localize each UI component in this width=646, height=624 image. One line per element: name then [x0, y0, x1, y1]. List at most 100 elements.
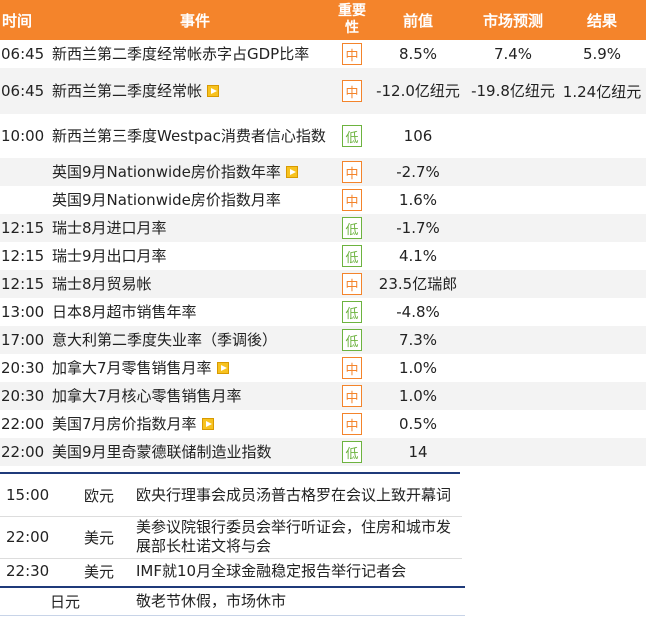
event-time: 15:00 [6, 486, 50, 504]
table-row: 17:00 意大利第二季度失业率（季调後） 低 7.3% [0, 326, 646, 354]
table-row: 22:00 美国9月里奇蒙德联储制造业指数 低 14 [0, 438, 646, 466]
event-time: 22:30 [6, 562, 50, 580]
header-importance-line2: 性 [345, 20, 359, 36]
row-actual: 5.9% [582, 45, 622, 63]
play-icon[interactable] [285, 166, 298, 178]
row-forecast [468, 298, 558, 326]
row-actual [558, 438, 646, 466]
row-actual: 1.24亿纽元 [562, 82, 642, 101]
row-time: 06:45 [1, 45, 45, 63]
table-row: 13:00 日本8月超市销售年率 低 -4.8% [0, 298, 646, 326]
event-currency: 美元 [84, 562, 115, 581]
event-label: 意大利第二季度失业率（季调後） [52, 330, 278, 349]
row-event: 新西兰第二季度经常帐 [52, 68, 338, 114]
row-forecast [468, 326, 558, 354]
row-event: 加拿大7月核心零售销售月率 [52, 382, 338, 410]
importance-badge: 中 [342, 413, 362, 435]
header-importance-line1: 重要 [338, 3, 366, 19]
importance-badge: 低 [342, 301, 362, 323]
importance-badge: 低 [342, 125, 362, 147]
row-event: 加拿大7月零售销售月率 [52, 354, 338, 382]
row-forecast [468, 410, 558, 438]
row-actual [558, 326, 646, 354]
row-forecast [468, 186, 558, 214]
row-forecast: -19.8亿纽元 [471, 81, 555, 100]
importance-badge: 中 [342, 161, 362, 183]
importance-badge: 低 [342, 329, 362, 351]
importance-badge: 中 [342, 43, 362, 65]
play-icon[interactable] [216, 362, 229, 374]
row-time: 13:00 [1, 303, 45, 321]
row-time: 12:15 [1, 219, 45, 237]
row-forecast [468, 214, 558, 242]
row-time: 12:15 [1, 275, 45, 293]
row-time: 17:00 [1, 331, 45, 349]
table-header: 时间 事件 重要 性 前值 市场预测 结果 [0, 0, 646, 40]
event-label: 美国9月里奇蒙德联储制造业指数 [52, 442, 272, 461]
row-importance: 低 [341, 438, 363, 466]
row-importance: 中 [341, 382, 363, 410]
row-previous: 7.3% [398, 330, 438, 349]
row-time: 12:15 [1, 247, 45, 265]
table-row: 20:30 加拿大7月核心零售销售月率 中 1.0% [0, 382, 646, 410]
row-importance: 低 [341, 298, 363, 326]
row-event: 瑞士8月进口月率 [52, 214, 338, 242]
importance-badge: 中 [342, 273, 362, 295]
row-previous: -2.7% [396, 162, 440, 181]
importance-badge: 低 [342, 441, 362, 463]
event-currency: 欧元 [84, 486, 115, 505]
row-actual [558, 270, 646, 298]
row-event: 意大利第二季度失业率（季调後） [52, 326, 338, 354]
row-actual [558, 242, 646, 270]
importance-badge: 中 [342, 357, 362, 379]
row-importance: 低 [341, 114, 363, 158]
table-row: 12:15 瑞士8月进口月率 低 -1.7% [0, 214, 646, 242]
row-importance: 中 [341, 354, 363, 382]
event-label: 加拿大7月核心零售销售月率 [52, 386, 242, 405]
importance-badge: 中 [342, 189, 362, 211]
play-icon[interactable] [207, 85, 220, 97]
row-importance: 低 [341, 326, 363, 354]
table-row: 06:45 新西兰第二季度经常帐赤字占GDP比率 中 8.5% 7.4% 5.9% [0, 40, 646, 68]
holiday-text: 敬老节休假，市场休市 [136, 591, 287, 610]
row-importance: 中 [341, 410, 363, 438]
event-label: 英国9月Nationwide房价指数年率 [52, 163, 298, 182]
row-event: 新西兰第二季度经常帐赤字占GDP比率 [52, 40, 338, 68]
row-time: 22:00 [1, 443, 45, 461]
row-importance: 中 [341, 186, 363, 214]
event-label: 新西兰第三季度Westpac消费者信心指数 [52, 126, 326, 145]
row-forecast [468, 242, 558, 270]
row-event: 英国9月Nationwide房价指数月率 [52, 186, 338, 214]
row-importance: 低 [341, 242, 363, 270]
event-text: IMF就10月全球金融稳定报告举行记者会 [136, 561, 407, 580]
event-row: 22:30 美元 IMF就10月全球金融稳定报告举行记者会 [0, 558, 462, 584]
header-importance: 重要 性 [335, 0, 369, 40]
event-label: 日本8月超市销售年率 [52, 302, 197, 321]
row-event: 新西兰第三季度Westpac消费者信心指数 [52, 114, 338, 158]
event-row: 15:00 欧元 欧央行理事会成员汤普古格罗在会议上致开幕词 [0, 474, 462, 516]
row-previous: 1.6% [398, 190, 438, 209]
row-time: 10:00 [1, 127, 45, 145]
row-previous: -4.8% [396, 302, 440, 321]
row-actual [558, 298, 646, 326]
calendar-page: 时间 事件 重要 性 前值 市场预测 结果 06:45 新西兰第二季度经常帐赤字占… [0, 0, 646, 624]
row-importance: 中 [341, 270, 363, 298]
header-event: 事件 [179, 11, 210, 30]
event-label: 新西兰第二季度经常帐赤字占GDP比率 [52, 44, 310, 63]
play-icon[interactable] [201, 418, 214, 430]
row-event: 美国7月房价指数月率 [52, 410, 338, 438]
row-previous: 4.1% [398, 246, 438, 265]
table-row: 22:00 美国7月房价指数月率 中 0.5% [0, 410, 646, 438]
row-event: 瑞士9月出口月率 [52, 242, 338, 270]
event-label: 英国9月Nationwide房价指数月率 [52, 190, 281, 209]
event-label: 瑞士8月进口月率 [52, 218, 167, 237]
event-label: 美国7月房价指数月率 [52, 415, 214, 434]
table-row: 英国9月Nationwide房价指数月率 中 1.6% [0, 186, 646, 214]
row-previous: 1.0% [398, 386, 438, 405]
row-actual [558, 186, 646, 214]
row-forecast: 7.4% [493, 44, 533, 63]
event-label: 瑞士8月贸易帐 [52, 274, 152, 293]
importance-badge: 中 [342, 80, 362, 102]
row-event: 瑞士8月贸易帐 [52, 270, 338, 298]
row-actual [558, 214, 646, 242]
